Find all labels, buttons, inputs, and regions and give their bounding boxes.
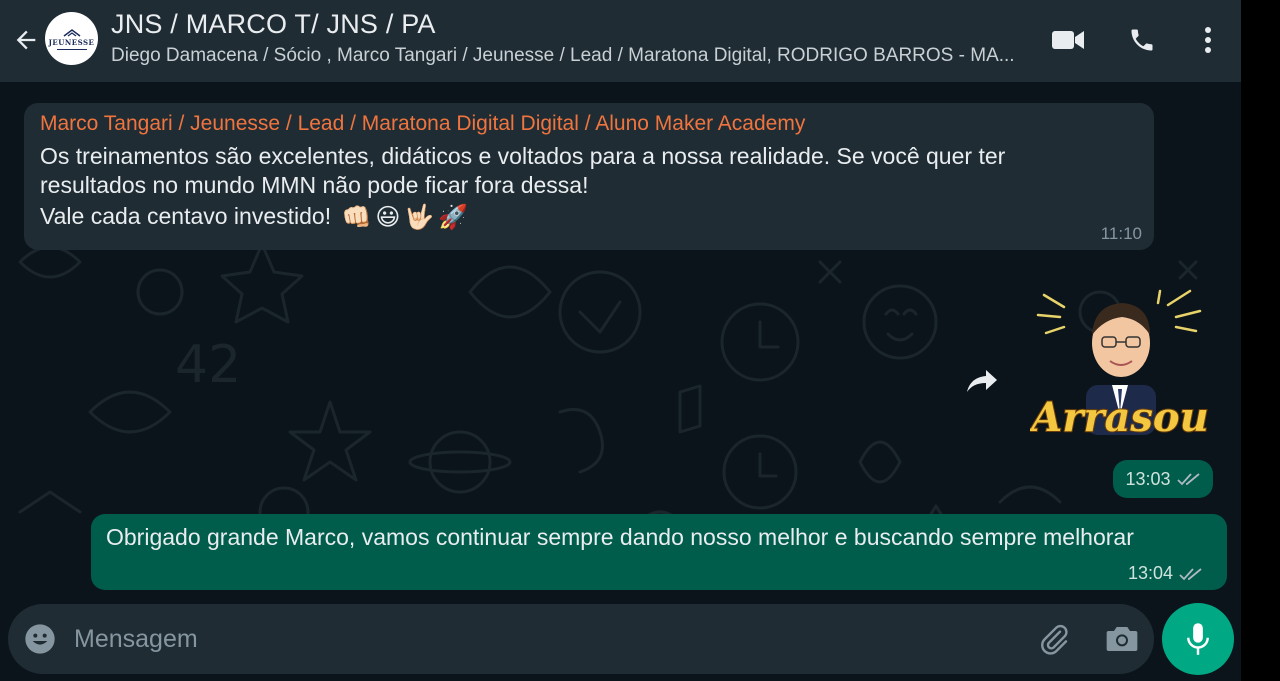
outgoing-message[interactable]: Obrigado grande Marco, vamos continuar s… bbox=[91, 514, 1227, 590]
avatar-logo-text: JEUNESSE bbox=[48, 37, 95, 47]
sticker-caption: Arrasou bbox=[1030, 394, 1209, 441]
screen-edge bbox=[1241, 0, 1280, 681]
paperclip-icon bbox=[1041, 624, 1068, 655]
voice-record-button[interactable] bbox=[1162, 603, 1234, 675]
forward-button[interactable] bbox=[963, 364, 1001, 398]
back-arrow-icon bbox=[16, 30, 36, 50]
message-input[interactable] bbox=[74, 618, 954, 660]
incoming-message[interactable]: Marco Tangari / Jeunesse / Lead / Marato… bbox=[24, 103, 1154, 250]
microphone-icon bbox=[1187, 623, 1209, 655]
message-text-line-2: resultados no mundo MMN não pode ficar f… bbox=[40, 172, 589, 198]
grinning-emoji-icon: 😃 bbox=[375, 204, 401, 232]
chat-header: JEUNESSE JNS / MARCO T/ JNS / PA Diego D… bbox=[0, 0, 1241, 82]
rocket-emoji-icon: 🚀 bbox=[438, 204, 469, 232]
sticker-time-chip: 13:03 bbox=[1113, 460, 1213, 498]
forward-icon bbox=[967, 370, 997, 392]
fist-emoji-icon: 👊🏻 bbox=[341, 204, 372, 232]
emoji-button[interactable] bbox=[22, 621, 58, 657]
message-text-line-3: Vale cada centavo investido! 👊🏻 😃 🤟🏻 🚀 bbox=[40, 203, 468, 232]
double-check-icon bbox=[1179, 567, 1202, 580]
message-meta: 13:04 bbox=[1128, 563, 1203, 584]
attach-button[interactable] bbox=[1036, 621, 1072, 657]
jeunesse-logo-icon bbox=[63, 28, 80, 37]
message-text-line-1: Os treinamentos são excelentes, didático… bbox=[40, 143, 1006, 169]
message-text-line-3-text: Vale cada centavo investido! bbox=[40, 203, 332, 229]
more-vertical-icon bbox=[1205, 27, 1211, 53]
svg-text:42: 42 bbox=[175, 335, 241, 395]
camera-icon bbox=[1106, 627, 1138, 651]
camera-button[interactable] bbox=[1104, 621, 1140, 657]
double-check-icon bbox=[1176, 473, 1200, 486]
message-text: Obrigado grande Marco, vamos continuar s… bbox=[106, 524, 1134, 550]
back-button[interactable] bbox=[8, 22, 44, 58]
phone-icon bbox=[1131, 29, 1153, 51]
avatar-logo-divider bbox=[56, 48, 87, 50]
chat-window: 42 JEUNESSE JNS / MARCO T/ JNS / PA Dieg… bbox=[0, 0, 1241, 681]
more-options-button[interactable] bbox=[1188, 22, 1228, 58]
video-call-icon bbox=[1052, 31, 1084, 49]
message-time: 13:04 bbox=[1127, 563, 1173, 583]
message-composer bbox=[8, 604, 1154, 674]
sticker-time: 13:03 bbox=[1125, 468, 1171, 489]
video-call-button[interactable] bbox=[1048, 22, 1088, 58]
group-avatar[interactable]: JEUNESSE bbox=[45, 12, 98, 65]
chat-title[interactable]: JNS / MARCO T/ JNS / PA bbox=[111, 9, 436, 40]
emoji-smile-icon bbox=[25, 624, 55, 654]
rock-hand-emoji-icon: 🤟🏻 bbox=[404, 204, 435, 232]
message-emojis: 👊🏻 😃 🤟🏻 🚀 bbox=[341, 203, 468, 232]
voice-call-button[interactable] bbox=[1122, 22, 1162, 58]
message-time: 11:10 bbox=[1100, 224, 1142, 243]
arrasou-sticker[interactable]: Arrasou bbox=[1030, 285, 1210, 455]
message-sender-name[interactable]: Marco Tangari / Jeunesse / Lead / Marato… bbox=[40, 112, 805, 136]
chat-participants[interactable]: Diego Damacena / Sócio , Marco Tangari /… bbox=[111, 45, 1031, 67]
